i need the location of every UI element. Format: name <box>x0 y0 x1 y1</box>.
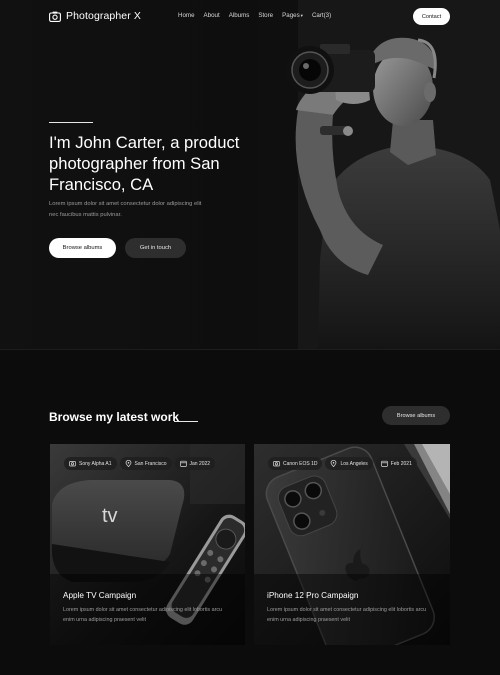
calendar-icon <box>179 460 187 467</box>
photographer-image <box>258 0 500 350</box>
card-tags: Sony Alpha A1 San Francisco Jan 2022 <box>64 457 216 470</box>
tag-date-label: Jan 2022 <box>189 460 211 467</box>
nav-link-albums[interactable]: Albums <box>229 12 250 19</box>
calendar-icon <box>380 460 388 467</box>
chevron-down-icon: ▾ <box>300 12 303 18</box>
project-card-iphone[interactable]: Canon EOS 1D Los Angeles Feb 2021 iPhone… <box>254 444 450 645</box>
section-title: Browse my latest work <box>49 410 180 424</box>
tag-camera-label: Sony Alpha A1 <box>79 460 112 467</box>
camera-icon <box>49 11 61 22</box>
project-card-apple-tv[interactable]: tv Sony Alpha A1 San Francisco Jan 2022 <box>50 444 245 645</box>
tag-location-label: San Francisco <box>134 460 167 467</box>
tag-date: Feb 2021 <box>375 457 417 470</box>
tag-camera: Canon EOS 1D <box>268 457 323 470</box>
brand-logo[interactable]: Photographer X <box>49 10 141 22</box>
tag-location: San Francisco <box>119 457 172 470</box>
browse-albums-section-button[interactable]: Browse albums <box>382 406 450 425</box>
card-title: Apple TV Campaign <box>63 591 137 600</box>
tag-location-label: Los Angeles <box>340 460 368 467</box>
brand-name: Photographer X <box>66 10 141 22</box>
contact-button[interactable]: Contact <box>413 8 450 25</box>
top-navbar: Photographer X Home About Albums Store P… <box>0 0 500 34</box>
hero-divider <box>0 349 500 350</box>
location-pin-icon <box>125 460 131 467</box>
nav-link-pages-label: Pages <box>282 12 300 19</box>
nav-link-home[interactable]: Home <box>178 12 195 19</box>
tag-date: Jan 2022 <box>174 457 216 470</box>
nav-link-store[interactable]: Store <box>258 12 273 19</box>
card-title: iPhone 12 Pro Campaign <box>267 591 359 600</box>
nav-link-about[interactable]: About <box>204 12 220 19</box>
tag-date-label: Feb 2021 <box>390 460 412 467</box>
card-description: Lorem ipsum dolor sit amet consectetur a… <box>63 607 223 623</box>
browse-albums-button[interactable]: Browse albums <box>49 238 116 258</box>
tag-camera: Sony Alpha A1 <box>64 457 117 470</box>
section-accent-line <box>174 421 198 422</box>
card-description: Lorem ipsum dolor sit amet consectetur a… <box>267 607 427 623</box>
nav-link-pages[interactable]: Pages ▾ <box>282 12 303 19</box>
hero-subtitle: Lorem ipsum dolor sit amet consectetur d… <box>49 201 202 218</box>
camera-icon <box>69 461 76 467</box>
hero-accent-line <box>49 122 93 123</box>
hero-title: I'm John Carter, a product photographer … <box>49 133 240 194</box>
tag-camera-label: Canon EOS 1D <box>283 460 318 467</box>
card-tags: Canon EOS 1D Los Angeles Feb 2021 <box>268 457 417 470</box>
hero-photo-photographer <box>258 0 500 350</box>
nav-links: Home About Albums Store Pages ▾ Cart(3) <box>178 12 340 19</box>
apple-tv-logo: tv <box>102 505 118 527</box>
tag-location: Los Angeles <box>325 457 373 470</box>
camera-icon <box>273 461 280 467</box>
location-pin-icon <box>331 460 337 467</box>
nav-link-cart[interactable]: Cart(3) <box>312 12 331 19</box>
get-in-touch-button[interactable]: Get in touch <box>125 238 186 258</box>
